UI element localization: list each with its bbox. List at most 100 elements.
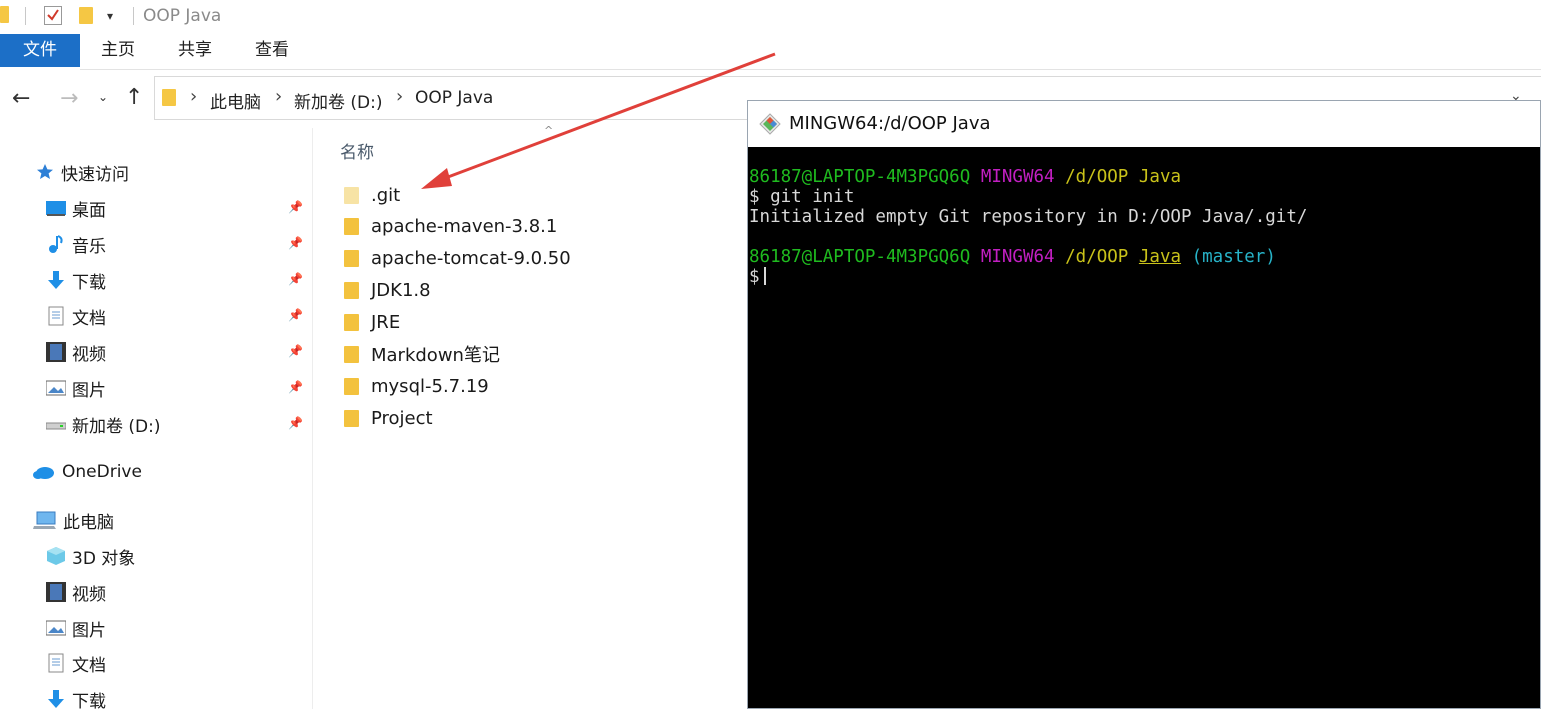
column-header-name[interactable]: 名称: [340, 138, 374, 163]
sidebar-item-videos[interactable]: 视频: [46, 337, 106, 367]
cube-icon: [46, 546, 66, 566]
prompt-path-tail: Java: [1138, 247, 1182, 267]
customize-quick-access-icon[interactable]: ▾: [107, 9, 113, 23]
ribbon-divider: [80, 69, 1541, 70]
file-name: JDK1.8: [371, 279, 431, 301]
file-name: .git: [371, 184, 401, 206]
folder-icon: [344, 409, 359, 427]
tab-share[interactable]: 共享: [175, 34, 215, 67]
chevron-right-icon[interactable]: ›: [396, 86, 403, 107]
prompt-path-tail: Java: [1138, 167, 1182, 187]
command-output: Initialized empty Git repository in D:/O…: [749, 207, 1308, 227]
folder-icon: [344, 281, 359, 299]
pin-icon[interactable]: 📌: [288, 308, 303, 322]
sidebar-item-pictures[interactable]: 图片: [45, 373, 106, 403]
folder-icon: [344, 345, 359, 363]
prompt-path: /d/OOP: [1065, 247, 1129, 267]
tab-home[interactable]: 主页: [98, 34, 138, 67]
file-name: Project: [371, 407, 433, 429]
new-folder-icon[interactable]: [79, 7, 93, 24]
file-row-markdown[interactable]: Markdown笔记: [344, 340, 500, 368]
sidebar-item-pc-downloads[interactable]: 下载: [46, 684, 106, 714]
file-row-git[interactable]: .git: [344, 181, 400, 209]
sidebar-item-quick-access[interactable]: 快速访问: [35, 157, 129, 187]
file-row-apache-maven[interactable]: apache-maven-3.8.1: [344, 212, 557, 240]
sidebar-item-label: 视频: [72, 344, 106, 365]
sidebar-item-pc-pictures[interactable]: 图片: [45, 613, 106, 643]
back-arrow-icon[interactable]: ←: [12, 86, 30, 111]
folder-icon: [344, 313, 359, 331]
sidebar-item-label: 快速访问: [61, 164, 129, 185]
breadcrumb-drive-d[interactable]: 新加卷 (D:): [294, 88, 383, 113]
text-cursor: [763, 267, 766, 285]
folder-icon: [344, 186, 359, 204]
file-row-apache-tomcat[interactable]: apache-tomcat-9.0.50: [344, 244, 571, 272]
terminal-title-bar[interactable]: MINGW64:/d/OOP Java: [748, 101, 1540, 147]
pane-divider[interactable]: [312, 128, 313, 709]
tab-view[interactable]: 查看: [252, 34, 292, 67]
properties-icon[interactable]: [44, 6, 62, 25]
forward-arrow-icon[interactable]: →: [60, 86, 78, 111]
terminal-window[interactable]: MINGW64:/d/OOP Java 86187@LAPTOP-4M3PGQ6…: [747, 100, 1541, 709]
sidebar-item-onedrive[interactable]: OneDrive: [32, 457, 142, 487]
sidebar-item-label: 下载: [72, 691, 106, 712]
terminal-output[interactable]: 86187@LAPTOP-4M3PGQ6Q MINGW64 /d/OOP Jav…: [749, 167, 1540, 287]
desktop-icon: [46, 198, 66, 218]
file-row-jre[interactable]: JRE: [344, 308, 400, 336]
tab-file[interactable]: 文件: [0, 34, 80, 67]
pin-icon[interactable]: 📌: [288, 380, 303, 394]
download-arrow-icon: [46, 270, 66, 290]
breadcrumb-oop-java[interactable]: OOP Java: [415, 88, 493, 108]
document-icon: [46, 653, 66, 673]
sidebar-item-music[interactable]: 音乐: [46, 229, 106, 259]
picture-icon: [45, 378, 67, 398]
pin-icon[interactable]: 📌: [288, 236, 303, 250]
ribbon-tabs: 文件 主页 共享 查看: [0, 34, 1541, 68]
sidebar-item-downloads[interactable]: 下载: [46, 265, 106, 295]
folder-icon: [0, 6, 9, 23]
prompt-path: /d/OOP: [1065, 167, 1129, 187]
prompt-user-host: 86187@LAPTOP-4M3PGQ6Q: [749, 167, 971, 187]
file-name: apache-tomcat-9.0.50: [371, 247, 571, 269]
chevron-right-icon[interactable]: ›: [190, 86, 197, 107]
sidebar-item-this-pc[interactable]: 此电脑: [33, 505, 114, 535]
sidebar-item-label: 文档: [72, 655, 106, 676]
recent-locations-chevron-icon[interactable]: ⌄: [98, 90, 108, 104]
pin-icon[interactable]: 📌: [288, 272, 303, 286]
folder-icon: [344, 377, 359, 395]
breadcrumb-this-pc[interactable]: 此电脑: [210, 88, 261, 113]
cloud-icon: [32, 462, 56, 482]
divider: [133, 7, 134, 25]
title-bar: ▾ OOP Java: [0, 0, 1541, 34]
music-note-icon: [46, 234, 66, 254]
film-icon: [46, 582, 66, 602]
up-arrow-icon[interactable]: ↑: [125, 85, 143, 110]
chevron-right-icon[interactable]: ›: [275, 86, 282, 107]
drive-icon: [45, 414, 67, 434]
sidebar-item-3d-objects[interactable]: 3D 对象: [46, 541, 135, 571]
prompt-user-host: 86187@LAPTOP-4M3PGQ6Q: [749, 247, 971, 267]
star-icon: [35, 162, 55, 182]
command-line: $ git init: [749, 187, 855, 207]
sidebar-item-label: 下载: [72, 272, 106, 293]
prompt-symbol: $: [749, 267, 760, 287]
navigation-pane: 快速访问 桌面 音乐 下载 文档 视频 图片 新加卷 (D:) 📌 📌 📌 📌 …: [0, 128, 312, 712]
sort-ascending-icon: ^: [544, 124, 554, 137]
pin-icon[interactable]: 📌: [288, 344, 303, 358]
pin-icon[interactable]: 📌: [288, 416, 303, 430]
file-row-project[interactable]: Project: [344, 404, 433, 432]
film-icon: [46, 342, 66, 362]
file-row-mysql[interactable]: mysql-5.7.19: [344, 372, 489, 400]
file-row-jdk[interactable]: JDK1.8: [344, 276, 431, 304]
file-name: JRE: [371, 311, 401, 333]
folder-icon: [344, 217, 359, 235]
sidebar-item-label: 视频: [72, 584, 106, 605]
sidebar-item-desktop[interactable]: 桌面: [46, 193, 106, 223]
sidebar-item-pc-documents[interactable]: 文档: [46, 648, 106, 678]
pin-icon[interactable]: 📌: [288, 200, 303, 214]
sidebar-item-pc-videos[interactable]: 视频: [46, 577, 106, 607]
git-bash-icon: [759, 113, 781, 135]
sidebar-item-drive-d[interactable]: 新加卷 (D:): [45, 409, 161, 439]
picture-icon: [45, 618, 67, 638]
sidebar-item-documents[interactable]: 文档: [46, 301, 106, 331]
